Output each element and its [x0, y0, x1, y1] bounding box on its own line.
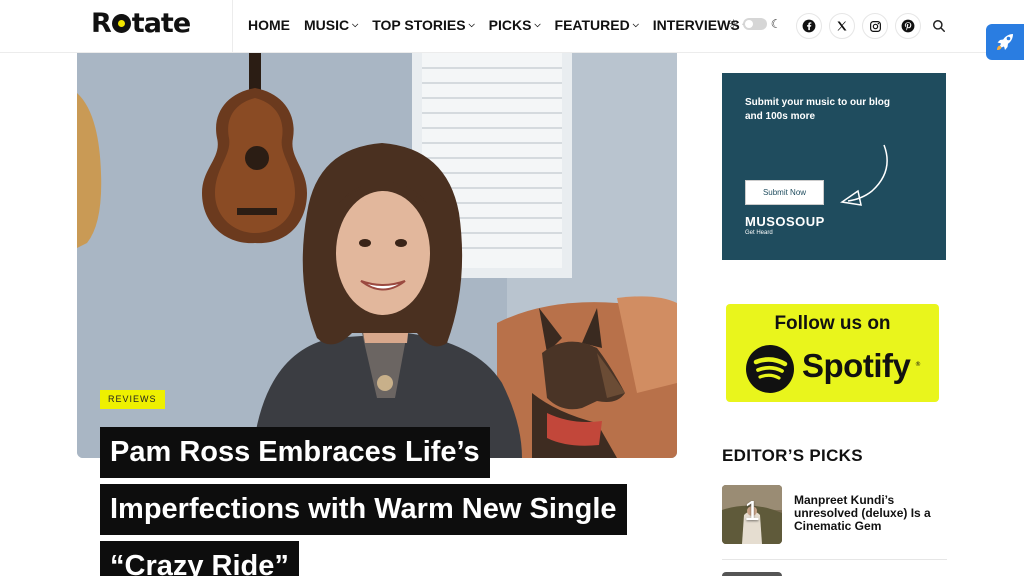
musosoup-logo: MUSOSOUP: [745, 214, 825, 229]
nav-item-featured[interactable]: FEATURED ⌵: [555, 17, 639, 33]
logo-text-end: tate: [131, 8, 191, 39]
chevron-down-icon: ⌵: [352, 20, 359, 29]
rocket-icon[interactable]: [986, 24, 1024, 60]
hero-image[interactable]: [77, 53, 677, 458]
chevron-down-icon: ⌵: [468, 20, 475, 29]
spotify-follow-text: Follow us on: [774, 313, 891, 334]
logo-o-mark: [111, 14, 131, 33]
headline-line-1[interactable]: Pam Ross Embraces Life’s: [100, 427, 490, 478]
nav-label: FEATURED: [554, 17, 630, 33]
nav-label: INTERVIEWS: [652, 17, 740, 33]
main-nav: HOME MUSIC ⌵ TOP STORIES ⌵ PICKS ⌵ FEATURED…: [248, 17, 763, 33]
pick-title[interactable]: Manpreet Kundi’s unresolved (deluxe) Is …: [794, 494, 949, 533]
site-logo[interactable]: Rtate: [91, 8, 191, 39]
moon-icon: ☾: [770, 17, 782, 31]
list-item[interactable]: 1 Manpreet Kundi’s unresolved (deluxe) I…: [722, 485, 947, 545]
sun-icon: ☼: [728, 17, 739, 31]
registered-mark: ®: [915, 361, 921, 368]
pick-thumbnail[interactable]: [722, 572, 782, 576]
theme-toggle[interactable]: ☼ ☾: [728, 17, 782, 31]
nav-item-music[interactable]: MUSIC ⌵: [304, 17, 358, 33]
x-icon[interactable]: [829, 13, 855, 39]
search-icon[interactable]: [932, 18, 948, 34]
dark-mode-switch[interactable]: [742, 18, 767, 30]
headline-line-2[interactable]: Imperfections with Warm New Single: [100, 484, 627, 535]
pick-number: 1: [744, 495, 760, 526]
pick-thumbnail[interactable]: 1: [722, 485, 782, 544]
spotify-follow-banner[interactable]: Follow us on Spotify ®: [726, 304, 939, 402]
header-divider: [232, 0, 233, 53]
chevron-down-icon: ⌵: [534, 20, 541, 29]
nav-item-top-stories[interactable]: TOP STORIES ⌵: [372, 17, 474, 33]
nav-item-home[interactable]: HOME: [248, 17, 290, 33]
ad-text: Submit your music to our blog and 100s m…: [745, 97, 890, 122]
headline-line-3[interactable]: “Crazy Ride”: [100, 541, 299, 576]
category-badge[interactable]: REVIEWS: [100, 390, 165, 409]
facebook-icon[interactable]: [796, 13, 822, 39]
instagram-icon[interactable]: [862, 13, 888, 39]
nav-label: PICKS: [488, 17, 532, 33]
pinterest-icon[interactable]: [895, 13, 921, 39]
ad-tagline: Get Heard: [745, 230, 773, 236]
chevron-down-icon: ⌵: [632, 20, 639, 29]
nav-item-picks[interactable]: PICKS ⌵: [489, 17, 541, 33]
musosoup-ad[interactable]: Submit your music to our blog and 100s m…: [722, 73, 946, 260]
submit-now-button[interactable]: Submit Now: [745, 180, 824, 205]
editors-picks-heading: EDITOR’S PICKS: [722, 446, 863, 465]
spotify-icon: [746, 345, 794, 393]
site-header: Rtate HOME MUSIC ⌵ TOP STORIES ⌵ PICKS ⌵ FE…: [0, 0, 1024, 53]
nav-label: TOP STORIES: [372, 17, 466, 33]
nav-label: HOME: [248, 17, 290, 33]
list-divider: [722, 559, 947, 560]
nav-label: MUSIC: [304, 17, 350, 33]
spotify-wordmark: Spotify: [802, 347, 911, 384]
logo-text-start: R: [91, 8, 112, 39]
arrow-icon: [840, 144, 888, 206]
